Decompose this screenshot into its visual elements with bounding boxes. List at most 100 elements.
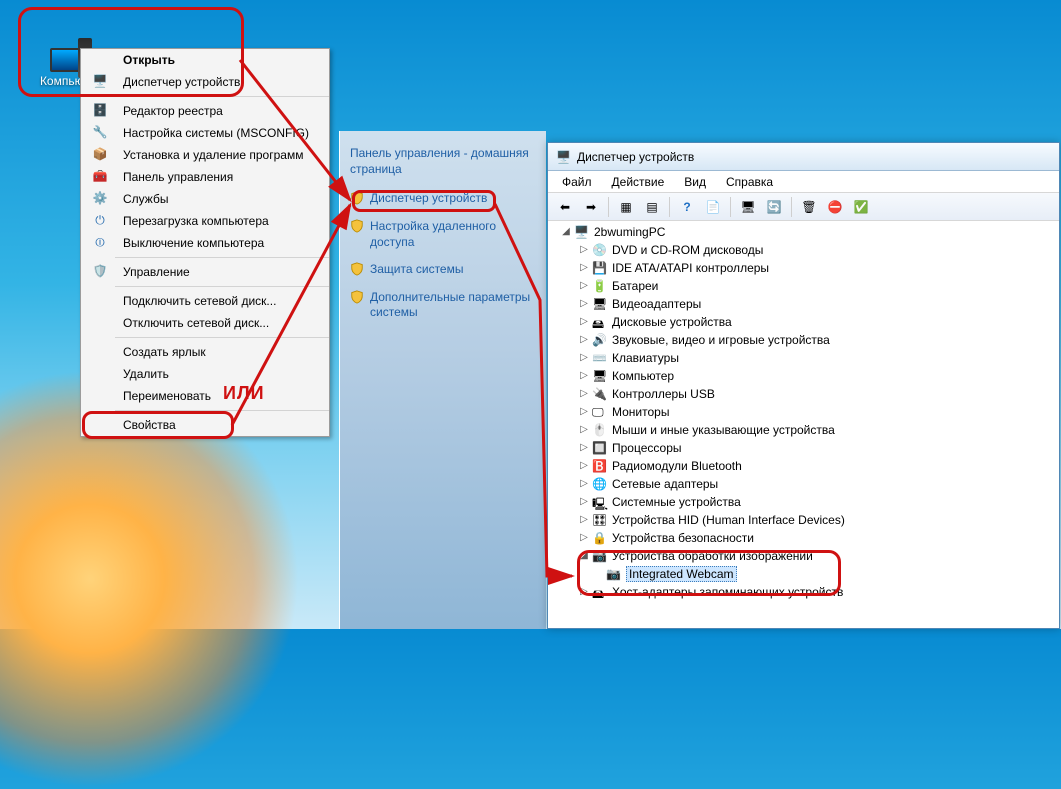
cat-dvd[interactable]: ▷💿DVD и CD-ROM дисководы (560, 241, 1059, 259)
ctx-manage[interactable]: 🛡️Управление (81, 261, 329, 283)
keyboard-icon: ⌨️ (592, 351, 608, 365)
cat-bat[interactable]: ▷🔋Батареи (560, 277, 1059, 295)
cat-kbd[interactable]: ▷⌨️Клавиатуры (560, 349, 1059, 367)
cp-link-remote[interactable]: Настройка удаленного доступа (350, 219, 536, 250)
storage-icon: 🖴 (592, 585, 608, 599)
battery-icon: 🔋 (592, 279, 608, 293)
monitor-icon: 🖥️ (92, 74, 108, 90)
wrench-icon: 🔧 (92, 125, 108, 141)
triangle-right-icon: ▷ (578, 244, 590, 256)
ctx-restart[interactable]: ⏻Перезагрузка компьютера (81, 210, 329, 232)
cat-snd[interactable]: ▷🔊Звуковые, видео и игровые устройства (560, 331, 1059, 349)
tb-back[interactable]: ⬅ (554, 196, 576, 218)
cat-mon[interactable]: ▷🖵Мониторы (560, 403, 1059, 421)
ctx-control-panel[interactable]: 🧰Панель управления (81, 166, 329, 188)
cat-mouse[interactable]: ▷🖱️Мыши и иные указывающие устройства (560, 421, 1059, 439)
ctx-services[interactable]: ⚙️Службы (81, 188, 329, 210)
dm-titlebar: 🖥️ Диспетчер устройств (548, 143, 1059, 171)
cpu-icon: 🔲 (592, 441, 608, 455)
chip-icon: 🖳 (592, 495, 608, 509)
update-icon: 🔄 (767, 200, 782, 214)
cat-comp[interactable]: ▷🖥Компьютер (560, 367, 1059, 385)
cat-sys[interactable]: ▷🖳Системные устройства (560, 493, 1059, 511)
ctx-regedit[interactable]: 🗄️Редактор реестра (81, 100, 329, 122)
ctx-properties[interactable]: Свойства (81, 414, 329, 436)
dm-toolbar: ⬅ ➡ ▦ ▤ ? 📄 🖥 🔄 🗑 ⛔ ✅ (548, 193, 1059, 221)
usb-icon: 🔌 (592, 387, 608, 401)
cat-bt[interactable]: ▷🅱️Радиомодули Bluetooth (560, 457, 1059, 475)
computer-context-menu: Открыть 🖥️Диспетчер устройств 🗄️Редактор… (80, 48, 330, 437)
computer-icon: 🖥️ (574, 225, 590, 239)
disable-icon: ⛔ (828, 200, 843, 214)
ctx-map-drive[interactable]: Подключить сетевой диск... (81, 290, 329, 312)
ide-icon: 💾 (592, 261, 608, 275)
ctx-add-remove[interactable]: 📦Установка и удаление программ (81, 144, 329, 166)
tb-detail[interactable]: ▤ (641, 196, 663, 218)
ctx-rename[interactable]: Переименовать (81, 385, 329, 407)
uninstall-icon: 🗑 (801, 200, 816, 214)
power-blue-icon: ⏼ (92, 235, 108, 251)
hid-icon: 🎛 (592, 513, 608, 527)
grid-icon: ▤ (646, 200, 657, 214)
ctx-msconfig[interactable]: 🔧Настройка системы (MSCONFIG) (81, 122, 329, 144)
cat-usb[interactable]: ▷🔌Контроллеры USB (560, 385, 1059, 403)
cubes-icon: 🗄️ (92, 103, 108, 119)
cat-host[interactable]: ▷🖴Хост-адаптеры запоминающих устройств (560, 583, 1059, 601)
shield-yellow-icon (350, 219, 364, 233)
cat-vid[interactable]: ▷🖥Видеоадаптеры (560, 295, 1059, 313)
triangle-down-icon: ◢ (560, 226, 572, 238)
cp-link-advanced[interactable]: Дополнительные параметры системы (350, 290, 536, 321)
ctx-device-manager[interactable]: 🖥️Диспетчер устройств (81, 71, 329, 93)
computer-icon: 🖥️ (556, 150, 571, 164)
tb-disable[interactable]: ⛔ (824, 196, 846, 218)
dm-title-text: Диспетчер устройств (577, 150, 694, 164)
cat-net[interactable]: ▷🌐Сетевые адаптеры (560, 475, 1059, 493)
menu-view[interactable]: Вид (676, 173, 714, 191)
cat-hid[interactable]: ▷🎛Устройства HID (Human Interface Device… (560, 511, 1059, 529)
cat-sec[interactable]: ▷🔒Устройства безопасности (560, 529, 1059, 547)
ctx-delete[interactable]: Удалить (81, 363, 329, 385)
shield-yellow-icon (350, 262, 364, 276)
tb-help[interactable]: ? (676, 196, 698, 218)
cp-link-device-manager[interactable]: Диспетчер устройств (350, 191, 536, 207)
properties-icon: 📄 (706, 200, 721, 214)
tb-forward[interactable]: ➡ (580, 196, 602, 218)
ctx-create-shortcut[interactable]: Создать ярлык (81, 341, 329, 363)
cat-cpu[interactable]: ▷🔲Процессоры (560, 439, 1059, 457)
hdd-icon: 🖴 (592, 315, 608, 329)
cat-disk[interactable]: ▷🖴Дисковые устройства (560, 313, 1059, 331)
enable-icon: ✅ (854, 200, 869, 214)
cp-link-system-protection[interactable]: Защита системы (350, 262, 536, 278)
disc-icon: 💿 (592, 243, 608, 257)
annotation-or: ИЛИ (223, 383, 265, 404)
cp-heading: Панель управления - домашняя страница (350, 145, 536, 177)
menu-action[interactable]: Действие (604, 173, 673, 191)
tree-root[interactable]: ◢🖥️2bwumingPC (560, 223, 1059, 241)
tb-show-hidden[interactable]: ▦ (615, 196, 637, 218)
leaf-integrated-webcam[interactable]: 📷Integrated Webcam (560, 565, 1059, 583)
panel-icon: 🧰 (92, 169, 108, 185)
camera-icon: 📷 (592, 549, 608, 563)
lock-icon: 🔒 (592, 531, 608, 545)
arrow-left-icon: ⬅ (560, 200, 570, 214)
ctx-unmap-drive[interactable]: Отключить сетевой диск... (81, 312, 329, 334)
control-panel-home-pane: Панель управления - домашняя страница Ди… (339, 131, 546, 629)
cat-ide[interactable]: ▷💾IDE ATA/ATAPI контроллеры (560, 259, 1059, 277)
ctx-open[interactable]: Открыть (81, 49, 329, 71)
menu-file[interactable]: Файл (554, 173, 600, 191)
menu-help[interactable]: Справка (718, 173, 781, 191)
tb-uninstall[interactable]: 🗑 (798, 196, 820, 218)
shield-icon: 🛡️ (92, 264, 108, 280)
device-manager-window: 🖥️ Диспетчер устройств Файл Действие Вид… (547, 142, 1060, 629)
ctx-shutdown[interactable]: ⏼Выключение компьютера (81, 232, 329, 254)
tb-scan[interactable]: 🖥 (737, 196, 759, 218)
speaker-icon: 🔊 (592, 333, 608, 347)
tb-enable[interactable]: ✅ (850, 196, 872, 218)
bluetooth-icon: 🅱️ (592, 459, 608, 473)
tb-update[interactable]: 🔄 (763, 196, 785, 218)
dm-tree[interactable]: ◢🖥️2bwumingPC ▷💿DVD и CD-ROM дисководы ▷… (554, 223, 1059, 628)
computer-icon: 🖥 (592, 369, 608, 383)
dm-menu-bar: Файл Действие Вид Справка (548, 171, 1059, 193)
tb-properties[interactable]: 📄 (702, 196, 724, 218)
cat-img[interactable]: ◢📷Устройства обработки изображений (560, 547, 1059, 565)
